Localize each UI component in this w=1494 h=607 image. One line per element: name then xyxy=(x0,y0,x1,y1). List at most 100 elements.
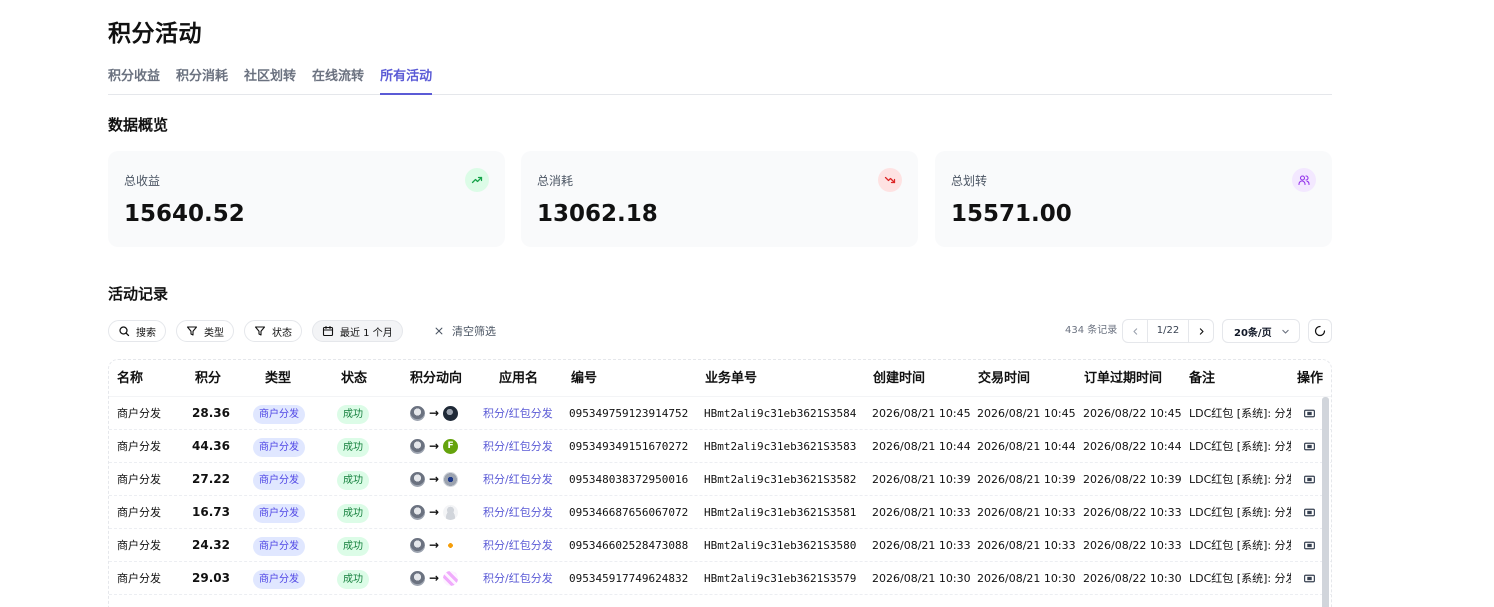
cell-actions xyxy=(1303,529,1316,562)
from-avatar xyxy=(410,406,425,421)
search-filter-button[interactable]: 搜索 xyxy=(108,320,166,342)
cell-actions xyxy=(1303,562,1316,595)
cell-number: 095346687656067072 xyxy=(569,506,689,519)
tab-earnings[interactable]: 积分收益 xyxy=(108,66,160,95)
cell-business-no: HBmt2ali9c31eb3621S3582 xyxy=(704,473,857,486)
view-detail-icon[interactable] xyxy=(1303,407,1316,420)
status-filter-label: 状态 xyxy=(272,327,292,339)
to-avatar: F xyxy=(443,439,459,454)
cell-trade-time: 2026/08/21 10:33 xyxy=(977,539,1076,552)
filter-icon xyxy=(254,326,266,336)
cell-trade-time: 2026/08/21 10:39 xyxy=(977,473,1076,486)
cell-flow: → xyxy=(410,463,459,496)
table-row[interactable]: 商户分发 24.32 商户分发 成功 → 积分/红包分发 09534660252… xyxy=(109,529,1331,562)
table-row[interactable]: 商户分发 29.03 商户分发 成功 → 积分/红包分发 09534591774… xyxy=(109,562,1331,595)
arrow-right-icon: → xyxy=(429,538,440,552)
cell-status: 成功 xyxy=(337,463,369,496)
tab-consumption[interactable]: 积分消耗 xyxy=(176,66,228,95)
activity-title: 活动记录 xyxy=(108,285,169,303)
search-icon xyxy=(119,326,130,337)
cell-points: 16.73 xyxy=(192,505,230,519)
scrollbar[interactable] xyxy=(1322,397,1329,607)
cell-points: 24.32 xyxy=(192,538,230,552)
date-filter-label: 最近 1 个月 xyxy=(340,327,393,339)
to-avatar xyxy=(443,538,459,553)
table-row[interactable]: 商户分发 28.36 商户分发 成功 → 积分/红包分发 09534975912… xyxy=(109,397,1331,430)
type-filter-label: 类型 xyxy=(204,327,224,339)
cell-type: 商户分发 xyxy=(253,397,305,430)
status-badge: 成功 xyxy=(337,405,369,424)
activity-table: 名称 积分 类型 状态 积分动向 应用名 编号 业务单号 创建时间 交易时间 订… xyxy=(108,359,1332,607)
to-avatar xyxy=(443,571,459,586)
page-indicator: 1/22 xyxy=(1147,320,1189,342)
status-badge: 成功 xyxy=(337,438,369,457)
from-avatar xyxy=(410,505,425,520)
view-detail-icon[interactable] xyxy=(1303,473,1316,486)
cell-number: 095345917749624832 xyxy=(569,572,689,585)
cell-number: 095348038372950016 xyxy=(569,473,689,486)
users-icon xyxy=(1292,168,1316,192)
cell-trade-time: 2026/08/21 10:33 xyxy=(977,506,1076,519)
overview-title: 数据概览 xyxy=(108,116,169,134)
clear-filters-button[interactable]: 清空筛选 xyxy=(434,320,496,342)
cell-expire-time: 2026/08/22 10:45 xyxy=(1083,407,1182,420)
cell-type: 商户分发 xyxy=(253,463,305,496)
cell-trade-time: 2026/08/21 10:30 xyxy=(977,572,1076,585)
cell-business-no: HBmt2ali9c31eb3621S3584 xyxy=(704,407,857,420)
cell-app-link[interactable]: 积分/红包分发 xyxy=(483,562,553,595)
card-label: 总消耗 xyxy=(537,174,574,188)
date-filter-button[interactable]: 最近 1 个月 xyxy=(312,320,403,342)
arrow-right-icon: → xyxy=(429,571,440,585)
cell-status: 成功 xyxy=(337,562,369,595)
chevron-left-icon xyxy=(1132,327,1137,335)
filter-icon xyxy=(186,326,198,336)
search-filter-label: 搜索 xyxy=(136,327,156,339)
cell-type: 商户分发 xyxy=(253,430,305,463)
cell-actions xyxy=(1303,496,1316,529)
cell-created-time: 2026/08/21 10:33 xyxy=(872,539,971,552)
view-detail-icon[interactable] xyxy=(1303,440,1316,453)
cell-note: LDC红包 [系统]: 分发 xyxy=(1189,572,1291,585)
cell-app-link[interactable]: 积分/红包分发 xyxy=(483,430,553,463)
type-badge: 商户分发 xyxy=(253,537,305,556)
cell-flow: → xyxy=(410,397,459,430)
cell-flow: → F xyxy=(410,430,459,463)
refresh-button[interactable] xyxy=(1308,319,1332,343)
page-size-select[interactable]: 20条/页 xyxy=(1222,319,1300,343)
cell-app-link[interactable]: 积分/红包分发 xyxy=(483,529,553,562)
tab-online-circulation[interactable]: 在线流转 xyxy=(312,66,364,95)
view-detail-icon[interactable] xyxy=(1303,539,1316,552)
tab-community-transfer[interactable]: 社区划转 xyxy=(244,66,296,95)
cell-app-link[interactable]: 积分/红包分发 xyxy=(483,496,553,529)
cell-points: 28.36 xyxy=(192,406,230,420)
cell-app-link[interactable]: 积分/红包分发 xyxy=(483,463,553,496)
cell-flow: → xyxy=(410,496,459,529)
cell-name: 商户分发 xyxy=(117,572,161,585)
table-row[interactable]: 商户分发 44.36 商户分发 成功 → F 积分/红包分发 095349349… xyxy=(109,430,1331,463)
cell-actions xyxy=(1303,397,1316,430)
calendar-icon xyxy=(322,325,334,337)
type-badge: 商户分发 xyxy=(253,405,305,424)
page-title: 积分活动 xyxy=(108,21,202,47)
status-filter-button[interactable]: 状态 xyxy=(244,320,302,342)
table-row[interactable]: 商户分发 16.73 商户分发 成功 → 积分/红包分发 09534668765… xyxy=(109,496,1331,529)
pagination: 1/22 xyxy=(1122,319,1214,343)
type-filter-button[interactable]: 类型 xyxy=(176,320,234,342)
cell-note: LDC红包 [系统]: 分发 xyxy=(1189,440,1291,453)
column-header: 类型 xyxy=(265,371,292,386)
column-header: 状态 xyxy=(341,371,368,386)
view-detail-icon[interactable] xyxy=(1303,572,1316,585)
tab-all-activity[interactable]: 所有活动 xyxy=(380,66,433,95)
table-row[interactable]: 商户分发 27.22 商户分发 成功 → 积分/红包分发 09534803837… xyxy=(109,463,1331,496)
prev-page-button[interactable] xyxy=(1123,320,1147,342)
cell-name: 商户分发 xyxy=(117,407,161,420)
view-detail-icon[interactable] xyxy=(1303,506,1316,519)
page-size-label: 20条/页 xyxy=(1234,327,1272,339)
cell-expire-time: 2026/08/22 10:39 xyxy=(1083,473,1182,486)
cell-note: LDC红包 [系统]: 分发 xyxy=(1189,506,1291,519)
next-page-button[interactable] xyxy=(1189,320,1213,342)
card-value: 15571.00 xyxy=(951,201,1072,227)
cell-points: 44.36 xyxy=(192,439,230,453)
cell-app-link[interactable]: 积分/红包分发 xyxy=(483,397,553,430)
trending-up-icon xyxy=(465,168,489,192)
